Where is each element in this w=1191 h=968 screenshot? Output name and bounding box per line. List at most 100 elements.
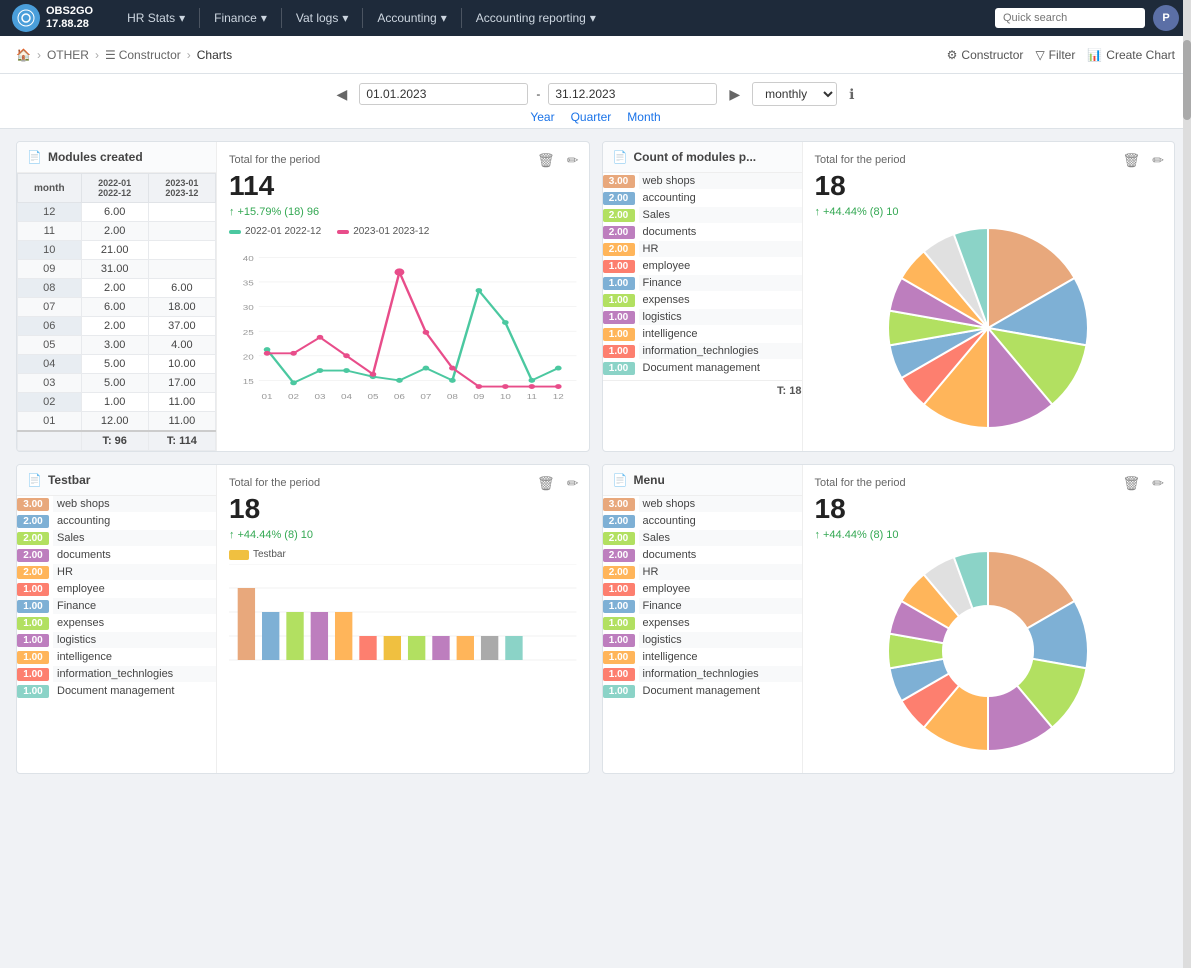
bar-value: 1.00 bbox=[603, 583, 635, 596]
val2-cell: 18.00 bbox=[148, 298, 215, 317]
start-date-input[interactable] bbox=[359, 83, 528, 105]
scrollbar[interactable] bbox=[1183, 0, 1191, 968]
bar-value: 1.00 bbox=[603, 328, 635, 341]
legend-2022: 2022-01 2022-12 bbox=[229, 226, 321, 237]
bar-label: web shops bbox=[53, 496, 216, 512]
info-button[interactable]: ℹ bbox=[845, 84, 858, 105]
document-icon: 📄 bbox=[613, 150, 628, 164]
bar-value: 2.00 bbox=[603, 566, 635, 579]
document-icon: 📄 bbox=[613, 473, 628, 487]
month-cell: 08 bbox=[18, 279, 82, 298]
legend-color bbox=[229, 550, 249, 560]
nav-menu: HR Stats ▾ Finance ▾ Vat logs ▾ Accounti… bbox=[117, 7, 987, 29]
bar-label: Sales bbox=[639, 530, 802, 546]
modules-created-card: 📄 Modules created month 2022-012022-12 2… bbox=[16, 141, 590, 452]
search-input[interactable] bbox=[995, 8, 1145, 28]
bar-list-item: 1.00 logistics bbox=[17, 632, 216, 648]
date-forward-button[interactable]: ▶ bbox=[725, 84, 744, 105]
nav-accounting-reporting[interactable]: Accounting reporting ▾ bbox=[466, 7, 606, 29]
document-icon: 📄 bbox=[27, 473, 42, 487]
bar-list-item: 3.00 web shops bbox=[603, 173, 802, 189]
count-total-change: ↑ +44.44% (8) 10 bbox=[815, 206, 1163, 218]
val2-cell: 11.00 bbox=[148, 412, 215, 432]
edit-button[interactable]: ✏ bbox=[1150, 150, 1166, 171]
bar-label: intelligence bbox=[639, 649, 802, 665]
testbar-list-section: 📄 Testbar 3.00 web shops 2.00 accounting… bbox=[17, 465, 217, 773]
nav-hr-stats[interactable]: HR Stats ▾ bbox=[117, 7, 195, 29]
val1-cell: 6.00 bbox=[81, 298, 148, 317]
date-back-button[interactable]: ◀ bbox=[333, 84, 352, 105]
home-icon[interactable]: 🏠 bbox=[16, 48, 31, 62]
modules-title: Modules created bbox=[48, 150, 143, 164]
line-chart: 40 35 30 25 20 15 01 02 03 04 05 06 07 0… bbox=[229, 245, 577, 405]
filter-action[interactable]: ▽ Filter bbox=[1035, 48, 1075, 62]
edit-button[interactable]: ✏ bbox=[1150, 473, 1166, 494]
breadcrumb-constructor[interactable]: ☰ Constructor bbox=[105, 48, 181, 62]
modules-table: month 2022-012022-12 2023-012023-12 12 6… bbox=[17, 173, 216, 451]
val2-cell bbox=[148, 222, 215, 241]
bar-label: documents bbox=[639, 224, 802, 240]
count-modules-list-section: 📄 Count of modules p... 3.00 web shops 2… bbox=[603, 142, 803, 451]
user-avatar[interactable]: P bbox=[1153, 5, 1179, 31]
bar-list-item: 1.00 logistics bbox=[603, 632, 802, 648]
bar-value: 1.00 bbox=[603, 668, 635, 681]
delete-button[interactable]: 🗑 bbox=[535, 150, 557, 171]
period-year[interactable]: Year bbox=[530, 110, 554, 124]
testbar-chart-section: 🗑 ✏ Total for the period 18 ↑ +44.44% (8… bbox=[217, 465, 589, 773]
legend-color-2023 bbox=[337, 230, 349, 234]
svg-text:30: 30 bbox=[243, 303, 254, 311]
breadcrumb-sep: › bbox=[95, 48, 99, 62]
bar-label: Finance bbox=[53, 598, 216, 614]
svg-text:40: 40 bbox=[243, 254, 254, 262]
col2-header: 2023-012023-12 bbox=[148, 174, 215, 203]
bar-list-item: 1.00 logistics bbox=[603, 309, 802, 325]
bar-value: 1.00 bbox=[17, 600, 49, 613]
val1-cell: 6.00 bbox=[81, 203, 148, 222]
svg-text:01: 01 bbox=[262, 392, 273, 400]
constructor-action[interactable]: ⚙ Constructor bbox=[947, 48, 1024, 62]
delete-button[interactable]: 🗑 bbox=[535, 473, 557, 494]
main-content: 📄 Modules created month 2022-012022-12 2… bbox=[0, 129, 1191, 786]
val1-cell: 31.00 bbox=[81, 260, 148, 279]
month-cell: 09 bbox=[18, 260, 82, 279]
edit-button[interactable]: ✏ bbox=[565, 150, 581, 171]
period-select[interactable]: monthly yearly quarterly bbox=[752, 82, 837, 106]
delete-button[interactable]: 🗑 bbox=[1120, 150, 1142, 171]
bar-list-item: 2.00 HR bbox=[17, 564, 216, 580]
chart-legend: 2022-01 2022-12 2023-01 2023-12 bbox=[229, 226, 577, 237]
month-cell: 01 bbox=[18, 412, 82, 432]
val1-cell: 5.00 bbox=[81, 355, 148, 374]
bar-label: information_technlogies bbox=[53, 666, 216, 682]
bar-list-item: 1.00 expenses bbox=[603, 615, 802, 631]
svg-text:15: 15 bbox=[243, 377, 254, 385]
period-month[interactable]: Month bbox=[627, 110, 660, 124]
nav-vat-logs[interactable]: Vat logs ▾ bbox=[286, 7, 359, 29]
create-chart-action[interactable]: 📊 Create Chart bbox=[1087, 48, 1175, 62]
val2-cell bbox=[148, 203, 215, 222]
total1-cell: T: 96 bbox=[81, 431, 148, 451]
bar-list-item: 1.00 employee bbox=[17, 581, 216, 597]
bar-value: 2.00 bbox=[603, 226, 635, 239]
breadcrumb-sep: › bbox=[37, 48, 41, 62]
menu-total-change: ↑ +44.44% (8) 10 bbox=[815, 529, 1163, 541]
delete-button[interactable]: 🗑 bbox=[1120, 473, 1142, 494]
menu-list: 3.00 web shops 2.00 accounting 2.00 Sale… bbox=[603, 496, 802, 699]
month-cell: 02 bbox=[18, 393, 82, 412]
count-modules-card: 📄 Count of modules p... 3.00 web shops 2… bbox=[602, 141, 1176, 452]
menu-list-section: 📄 Menu 3.00 web shops 2.00 accounting 2.… bbox=[603, 465, 803, 773]
svg-text:20: 20 bbox=[243, 353, 254, 361]
bar-label: web shops bbox=[639, 173, 802, 189]
bar-chart-container: 3.0 2.5 2.0 1.5 1.0 0.5 bbox=[229, 564, 577, 684]
end-date-input[interactable] bbox=[548, 83, 717, 105]
period-quarter[interactable]: Quarter bbox=[571, 110, 612, 124]
val2-cell: 10.00 bbox=[148, 355, 215, 374]
nav-finance[interactable]: Finance ▾ bbox=[204, 7, 277, 29]
val1-cell: 2.00 bbox=[81, 222, 148, 241]
breadcrumb-other[interactable]: OTHER bbox=[47, 48, 89, 62]
nav-accounting[interactable]: Accounting ▾ bbox=[367, 7, 456, 29]
breadcrumb-sep: › bbox=[187, 48, 191, 62]
up-arrow-icon: ↑ bbox=[815, 206, 821, 218]
bar-list-item: 1.00 employee bbox=[603, 581, 802, 597]
scrollbar-thumb[interactable] bbox=[1183, 40, 1191, 120]
edit-button[interactable]: ✏ bbox=[565, 473, 581, 494]
